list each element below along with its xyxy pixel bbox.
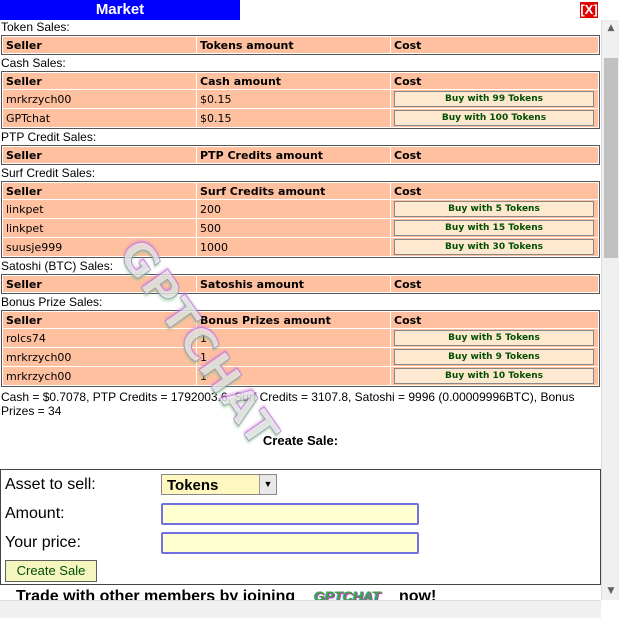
ptp-sales-table: Seller PTP Credits amount Cost <box>1 145 600 165</box>
balances-text: Cash = $0.7078, PTP Credits = 1792003.6,… <box>1 390 575 418</box>
token-sales-label: Token Sales: <box>1 20 70 34</box>
buy-button[interactable]: Buy with 15 Tokens <box>394 220 594 236</box>
column-header: PTP Credits amount <box>197 147 390 163</box>
buy-button[interactable]: Buy with 5 Tokens <box>394 201 594 217</box>
column-header: Satoshis amount <box>197 276 390 292</box>
cost-cell: Buy with 15 Tokens <box>391 219 598 237</box>
column-header: Cost <box>391 312 598 328</box>
cost-cell: Buy with 10 Tokens <box>391 367 598 385</box>
column-header: Seller <box>3 147 196 163</box>
table-header-row: Seller PTP Credits amount Cost <box>3 147 598 163</box>
amount-cell: 500 <box>197 219 390 237</box>
buy-button[interactable]: Buy with 99 Tokens <box>394 91 594 107</box>
buy-button[interactable]: Buy with 5 Tokens <box>394 330 594 346</box>
table-row: GPTchat $0.15 Buy with 100 Tokens <box>3 109 598 127</box>
buy-button[interactable]: Buy with 10 Tokens <box>394 368 594 384</box>
table-header-row: Seller Tokens amount Cost <box>3 37 598 53</box>
horizontal-scrollbar[interactable] <box>0 600 601 618</box>
cost-cell: Buy with 99 Tokens <box>391 90 598 108</box>
table-header-row: Seller Cash amount Cost <box>3 73 598 89</box>
table-row: linkpet 500 Buy with 15 Tokens <box>3 219 598 237</box>
cash-sales-label: Cash Sales: <box>1 56 66 70</box>
price-input[interactable] <box>161 532 419 554</box>
market-content: Token Sales: Seller Tokens amount Cost Cash … <box>0 20 601 453</box>
column-header: Tokens amount <box>197 37 390 53</box>
column-header: Seller <box>3 37 196 53</box>
table-row: mrkrzych00 1 Buy with 9 Tokens <box>3 348 598 366</box>
seller-cell: mrkrzych00 <box>3 348 196 366</box>
vertical-scrollbar[interactable]: ▲ ▼ <box>601 20 619 600</box>
satoshi-sales-table: Seller Satoshis amount Cost <box>1 274 600 294</box>
window-title: Market <box>0 0 240 20</box>
close-button[interactable]: [X] <box>580 2 598 18</box>
cost-cell: Buy with 9 Tokens <box>391 348 598 366</box>
buy-button[interactable]: Buy with 9 Tokens <box>394 349 594 365</box>
amount-input[interactable] <box>161 503 419 525</box>
scroll-up-icon[interactable]: ▲ <box>602 20 619 37</box>
column-header: Cost <box>391 147 598 163</box>
chevron-down-icon[interactable]: ▼ <box>259 475 276 494</box>
cost-cell: Buy with 30 Tokens <box>391 238 598 256</box>
table-header-row: Seller Bonus Prizes amount Cost <box>3 312 598 328</box>
table-row: rolcs74 1 Buy with 5 Tokens <box>3 329 598 347</box>
table-row: suusje999 1000 Buy with 30 Tokens <box>3 238 598 256</box>
seller-cell: linkpet <box>3 219 196 237</box>
seller-cell: mrkrzych00 <box>3 367 196 385</box>
column-header: Bonus Prizes amount <box>197 312 390 328</box>
column-header: Cash amount <box>197 73 390 89</box>
surf-sales-table: Seller Surf Credits amount Cost linkpet 200 B… <box>1 181 600 258</box>
seller-cell: GPTchat <box>3 109 196 127</box>
amount-cell: $0.15 <box>197 90 390 108</box>
cost-cell: Buy with 5 Tokens <box>391 200 598 218</box>
column-header: Cost <box>391 183 598 199</box>
cash-sales-table: Seller Cash amount Cost mrkrzych00 $0.15 Buy … <box>1 71 600 129</box>
amount-cell: $0.15 <box>197 109 390 127</box>
satoshi-sales-label: Satoshi (BTC) Sales: <box>1 259 114 273</box>
token-sales-table: Seller Tokens amount Cost <box>1 35 600 55</box>
column-header: Seller <box>3 183 196 199</box>
asset-select-value: Tokens <box>167 477 219 494</box>
seller-cell: suusje999 <box>3 238 196 256</box>
column-header: Surf Credits amount <box>197 183 390 199</box>
table-row: mrkrzych00 1 Buy with 10 Tokens <box>3 367 598 385</box>
scroll-down-icon[interactable]: ▼ <box>602 583 619 600</box>
cost-cell: Buy with 100 Tokens <box>391 109 598 127</box>
table-header-row: Seller Satoshis amount Cost <box>3 276 598 292</box>
bonus-sales-table: Seller Bonus Prizes amount Cost rolcs74 1 Buy… <box>1 310 600 387</box>
asset-select[interactable]: Tokens ▼ <box>161 474 277 495</box>
scroll-thumb[interactable] <box>604 58 618 258</box>
column-header: Seller <box>3 73 196 89</box>
bonus-sales-label: Bonus Prize Sales: <box>1 295 103 309</box>
column-header: Cost <box>391 73 598 89</box>
table-header-row: Seller Surf Credits amount Cost <box>3 183 598 199</box>
cost-cell: Buy with 5 Tokens <box>391 329 598 347</box>
table-row: mrkrzych00 $0.15 Buy with 99 Tokens <box>3 90 598 108</box>
seller-cell: linkpet <box>3 200 196 218</box>
ptp-sales-label: PTP Credit Sales: <box>1 130 97 144</box>
amount-cell: 200 <box>197 200 390 218</box>
buy-button[interactable]: Buy with 30 Tokens <box>394 239 594 255</box>
asset-label: Asset to sell: <box>5 476 96 493</box>
create-sale-button[interactable]: Create Sale <box>5 560 97 582</box>
create-sale-title: Create Sale: <box>262 433 339 448</box>
amount-cell: 1000 <box>197 238 390 256</box>
surf-sales-label: Surf Credit Sales: <box>1 166 96 180</box>
price-label: Your price: <box>5 534 81 551</box>
amount-label: Amount: <box>5 505 65 522</box>
seller-cell: mrkrzych00 <box>3 90 196 108</box>
buy-button[interactable]: Buy with 100 Tokens <box>394 110 594 126</box>
column-header: Cost <box>391 37 598 53</box>
create-sale-form: Asset to sell: Tokens ▼ Amount: Your pri… <box>0 469 601 585</box>
table-row: linkpet 200 Buy with 5 Tokens <box>3 200 598 218</box>
column-header: Cost <box>391 276 598 292</box>
